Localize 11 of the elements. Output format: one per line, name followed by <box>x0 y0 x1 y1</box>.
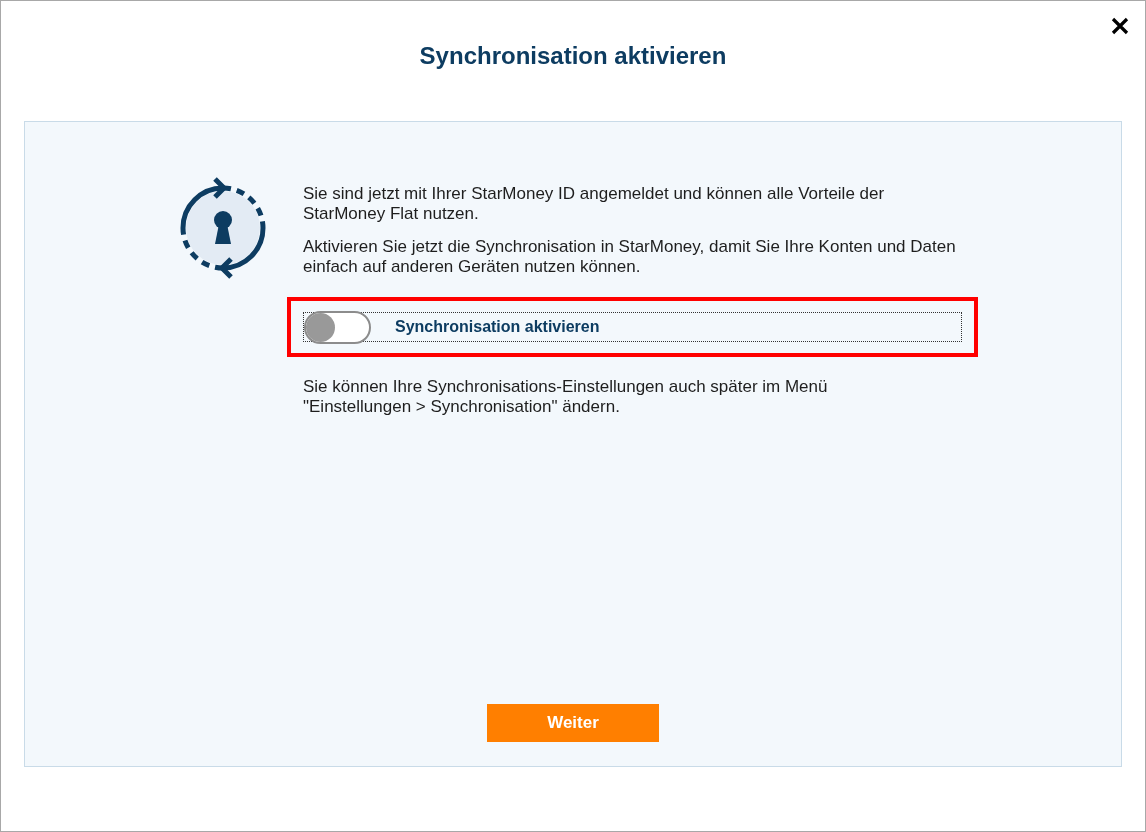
close-button[interactable] <box>1109 15 1131 37</box>
close-icon <box>1111 17 1129 35</box>
intro-paragraph: Sie sind jetzt mit Ihrer StarMoney ID angemeldet und können alle Vorteile der StarMoney Flat nutzen. <box>303 184 886 224</box>
toggle-row[interactable]: Synchronisation aktivieren <box>303 312 962 342</box>
toggle-label: Synchronisation aktivieren <box>395 317 600 337</box>
settings-note: Sie können Ihre Synchronisations-Einstellungen auch später im Menü "Einstellungen > Synchronisation" ändern. <box>303 377 829 417</box>
toggle-switch[interactable] <box>304 310 371 344</box>
toggle-knob <box>306 312 335 342</box>
intro-paragraph: Aktivieren Sie jetzt die Synchronisation in StarMoney, damit Sie Ihre Konten und Daten einfach auf anderen Geräten nutzen können. <box>303 237 957 277</box>
dialog-title: Synchronisation aktivieren <box>419 41 727 71</box>
sync-keyhole-icon <box>178 174 268 281</box>
